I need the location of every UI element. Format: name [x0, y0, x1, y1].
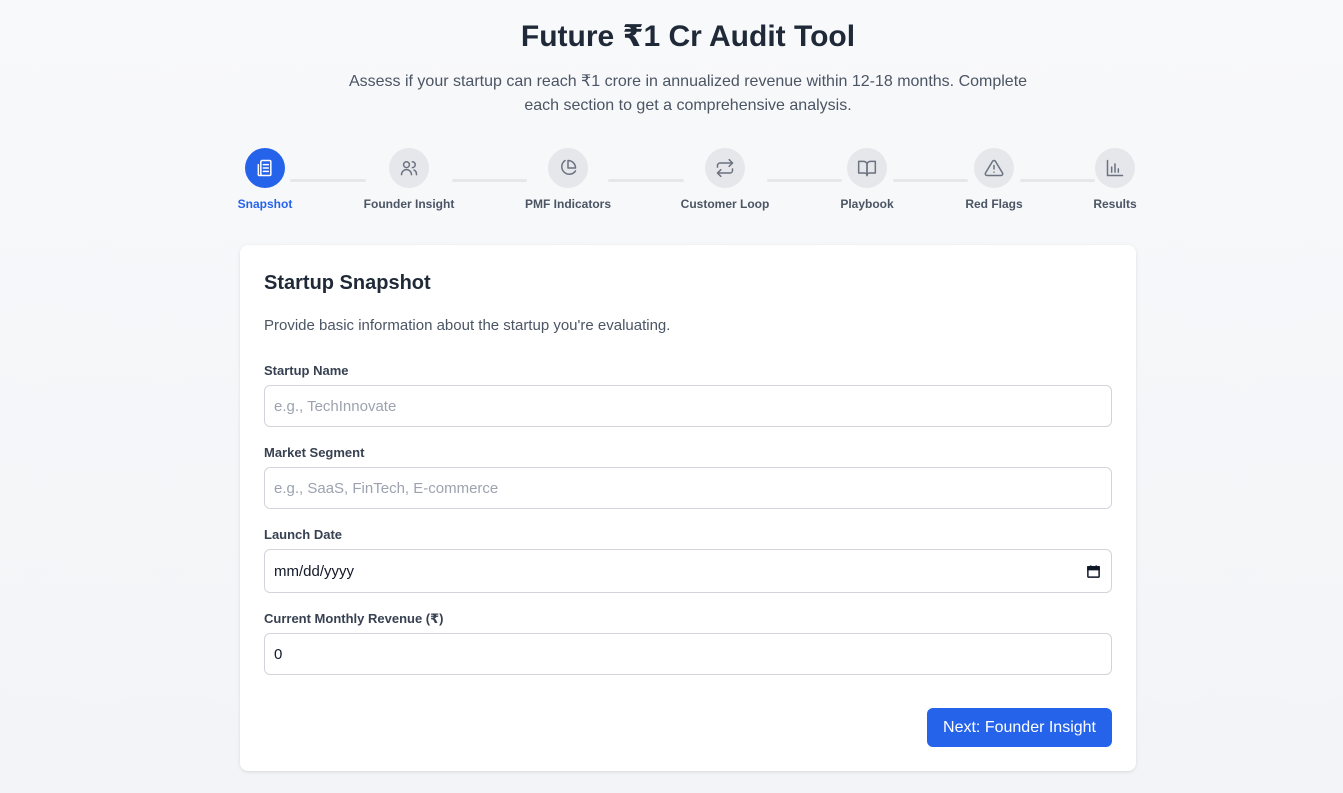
step-circle	[245, 148, 285, 188]
pie-chart-icon	[561, 159, 577, 175]
step-label: Results	[1093, 197, 1137, 211]
step-label: PMF Indicators	[524, 197, 611, 211]
step-red-flags[interactable]: Red Flags	[944, 148, 1044, 211]
step-circle	[974, 148, 1014, 188]
launch-date-value: mm/dd/yyyy	[274, 562, 355, 580]
step-pmf-indicators[interactable]: PMF Indicators	[518, 148, 618, 211]
book-icon	[857, 160, 877, 177]
page-subtitle: Assess if your startup can reach ₹1 cror…	[348, 73, 1028, 114]
step-label: Founder Insight	[363, 197, 455, 211]
step-circle	[847, 148, 887, 188]
monthly-revenue-input[interactable]	[264, 633, 1112, 675]
step-label: Playbook	[840, 197, 894, 211]
market-segment-input[interactable]	[264, 467, 1112, 509]
form-description: Provide basic information about the star…	[264, 317, 671, 334]
step-connector	[452, 179, 527, 182]
step-founder-insight[interactable]: Founder Insight	[359, 148, 459, 211]
progress-stepper: Snapshot Founder Insight PMF Indicators	[238, 148, 1137, 218]
step-circle	[1095, 148, 1135, 188]
step-circle	[389, 148, 429, 188]
repeat-icon	[716, 158, 734, 178]
bar-chart-icon	[1106, 159, 1124, 177]
warning-icon	[984, 159, 1004, 177]
step-label: Red Flags	[965, 197, 1023, 211]
users-icon	[400, 161, 418, 176]
step-connector	[608, 179, 684, 182]
next-founder-insight-button[interactable]: Next: Founder Insight	[927, 708, 1112, 747]
step-snapshot[interactable]: Snapshot	[215, 148, 315, 211]
step-label: Snapshot	[237, 197, 293, 211]
step-circle	[705, 148, 745, 188]
launch-date-label: Launch Date	[264, 527, 343, 542]
market-segment-label: Market Segment	[264, 445, 365, 460]
startup-name-label: Startup Name	[264, 363, 349, 378]
calendar-icon[interactable]	[1085, 563, 1101, 579]
page-title: Future ₹1 Cr Audit Tool	[520, 20, 856, 53]
step-circle	[548, 148, 588, 188]
step-customer-loop[interactable]: Customer Loop	[675, 148, 775, 211]
startup-name-input[interactable]	[264, 385, 1112, 427]
step-playbook[interactable]: Playbook	[817, 148, 917, 211]
snapshot-form-card: Startup Snapshot Provide basic informati…	[240, 245, 1136, 771]
step-label: Customer Loop	[680, 197, 770, 211]
form-title: Startup Snapshot	[264, 272, 431, 294]
document-icon	[257, 159, 272, 177]
monthly-revenue-label: Current Monthly Revenue (₹)	[264, 611, 444, 626]
step-results[interactable]: Results	[1065, 148, 1165, 211]
launch-date-input[interactable]: mm/dd/yyyy	[264, 549, 1112, 593]
